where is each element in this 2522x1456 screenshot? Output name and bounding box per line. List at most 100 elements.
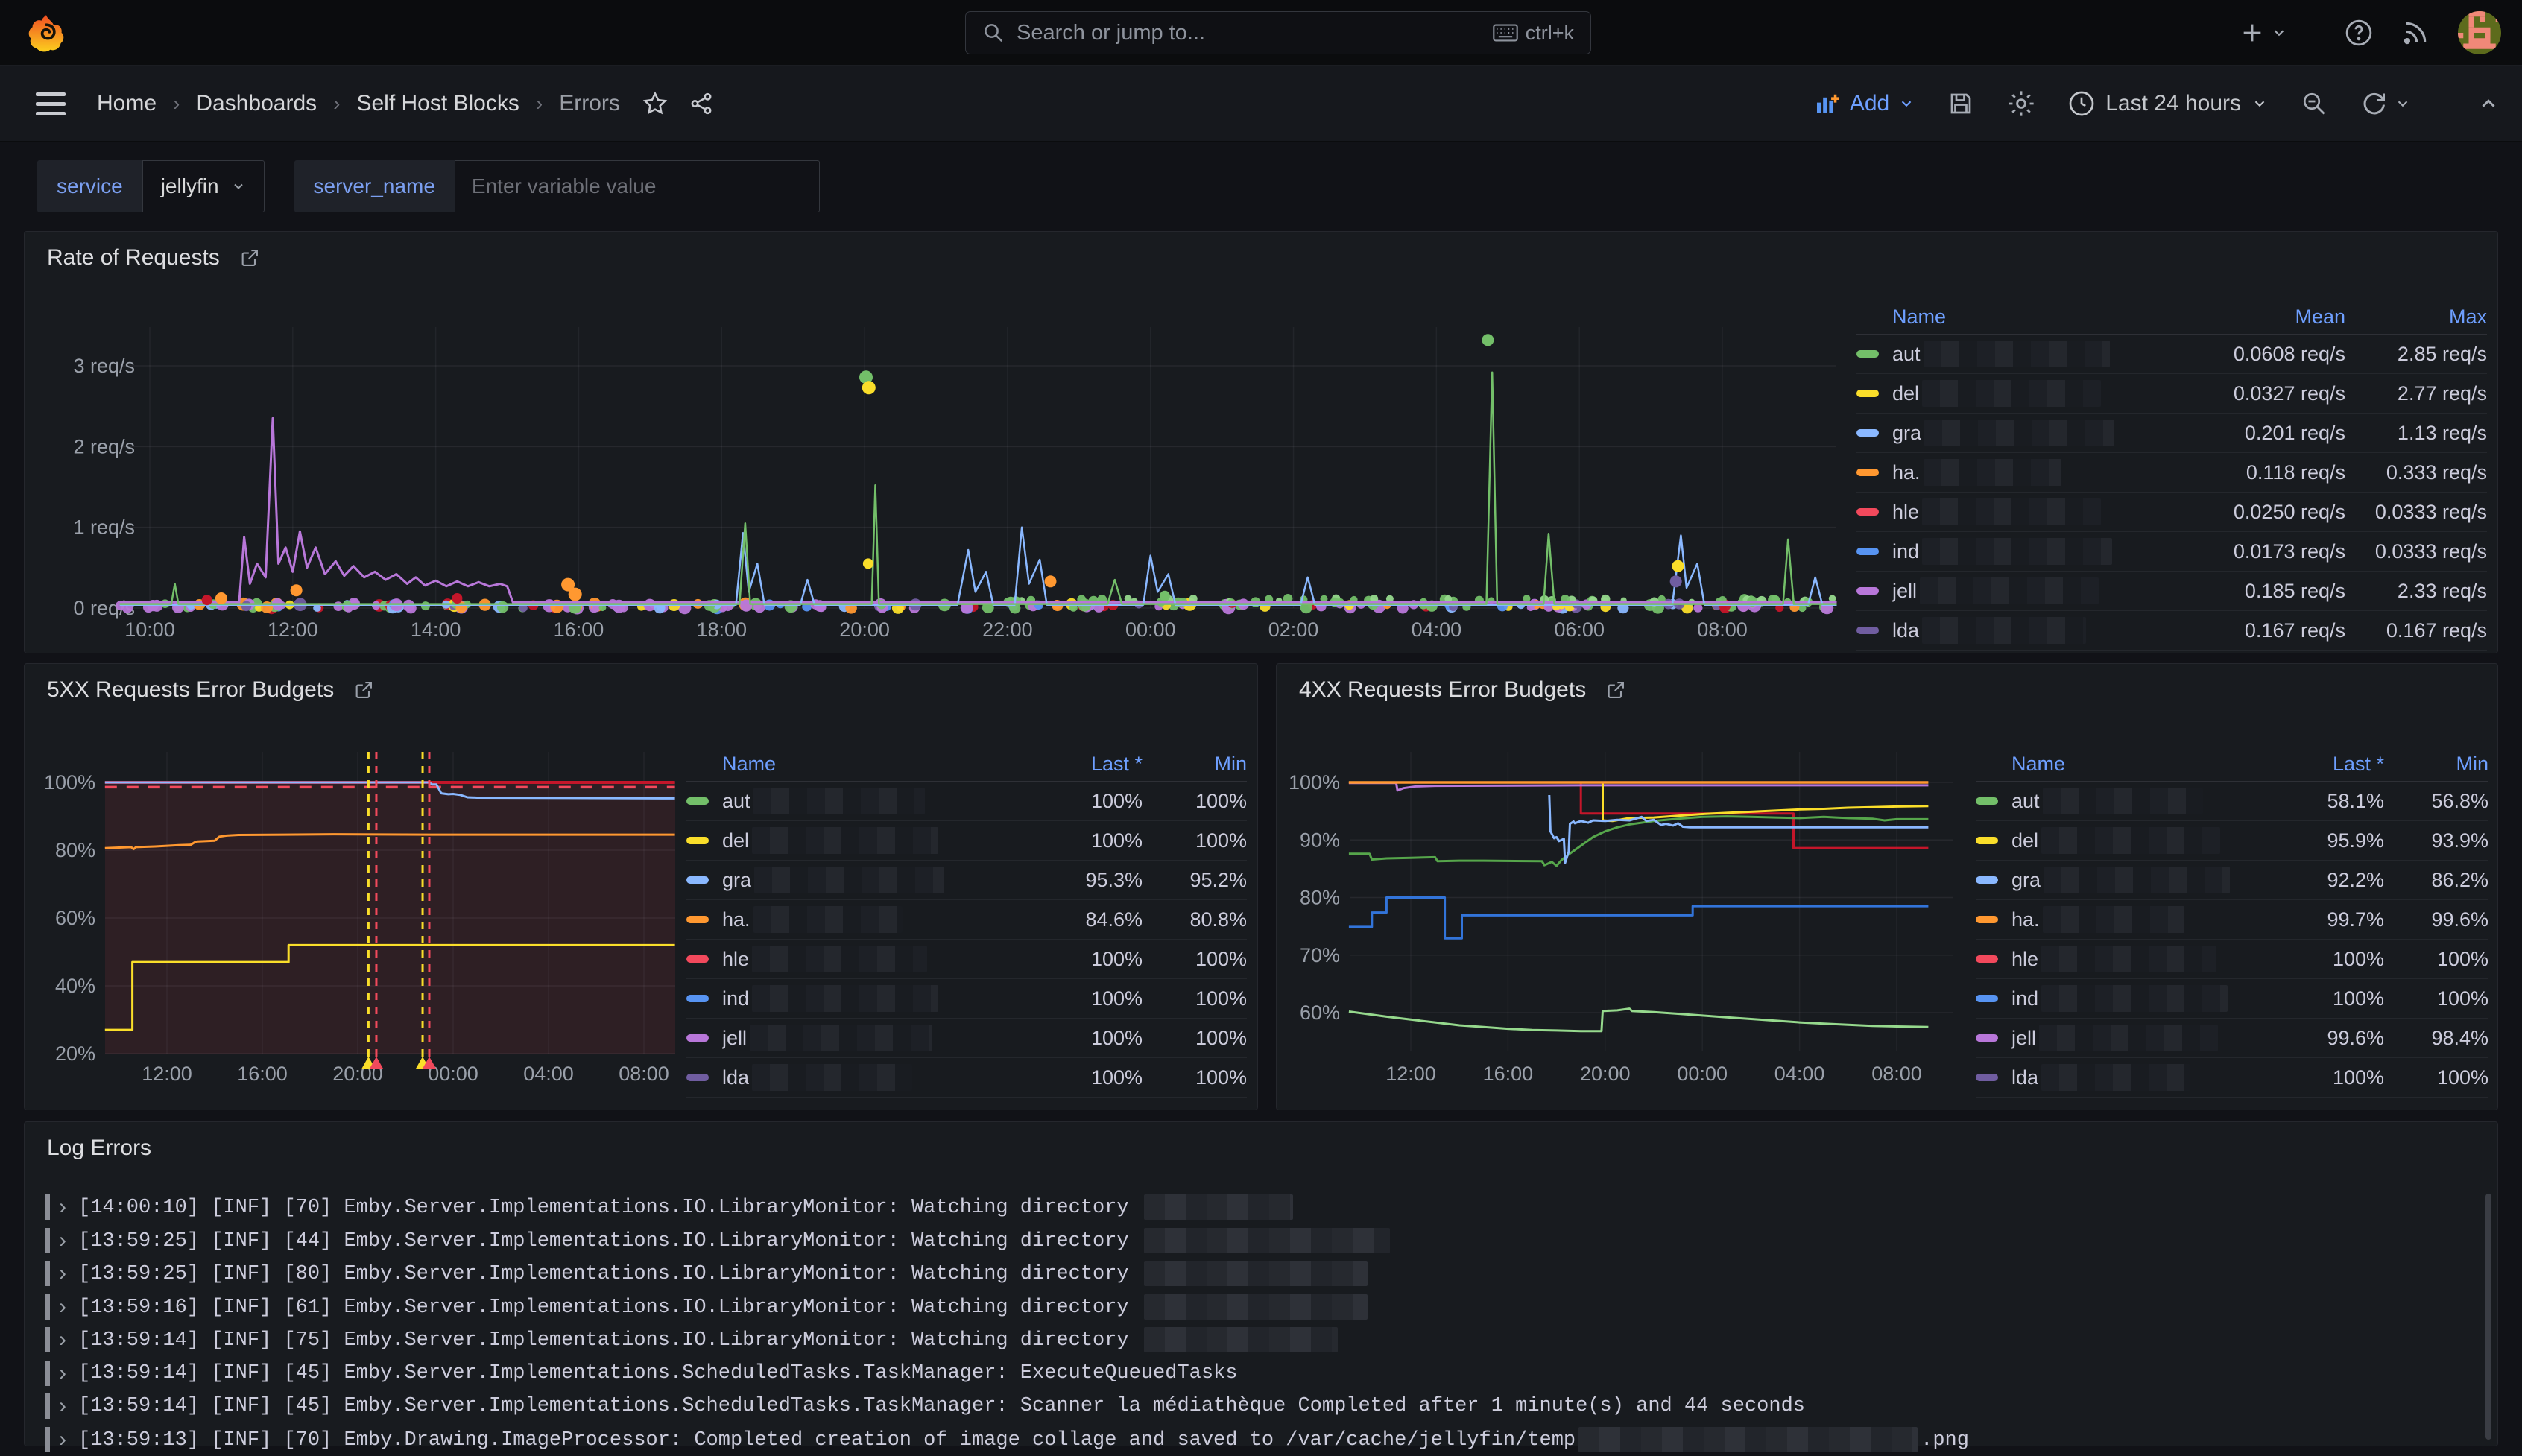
save-dashboard-button[interactable]: [1947, 90, 1974, 117]
collapse-toolbar-button[interactable]: [2477, 92, 2500, 115]
redacted-text: [1144, 1294, 1368, 1320]
svg-text:06:00: 06:00: [1554, 618, 1605, 641]
log-line[interactable]: ›[13:59:14] [INF] [45] Emby.Server.Imple…: [45, 1390, 2465, 1423]
log-line[interactable]: ›[14:00:10] [INF] [70] Emby.Server.Imple…: [45, 1191, 2465, 1224]
breadcrumb-dashboards[interactable]: Dashboards: [196, 91, 317, 116]
log-line[interactable]: ›[13:59:14] [INF] [75] Emby.Server.Imple…: [45, 1323, 2465, 1357]
redacted-name: [750, 1025, 932, 1051]
svg-text:18:00: 18:00: [696, 618, 747, 641]
clock-icon: [2068, 90, 2095, 117]
legend-row[interactable]: ha.99.7%99.6%: [1976, 900, 2488, 940]
err5xx-legend-table: NameLast *Minaut100%100%del100%100%gra95…: [686, 747, 1247, 1098]
legend-row[interactable]: lda0.167 req/s0.167 req/s: [1856, 611, 2487, 651]
expand-chevron-icon: ›: [59, 1228, 66, 1253]
svg-text:16:00: 16:00: [1483, 1063, 1534, 1085]
legend-row[interactable]: aut100%100%: [686, 782, 1247, 821]
legend-row[interactable]: jell99.6%98.4%: [1976, 1019, 2488, 1058]
redacted-name: [2043, 906, 2184, 933]
legend-header: NameLast *Min: [1976, 747, 2488, 782]
legend-row[interactable]: jell100%100%: [686, 1019, 1247, 1058]
zoom-out-button[interactable]: [2301, 90, 2327, 117]
shortcut-hint: ctrl+k: [1493, 22, 1574, 45]
chevron-down-icon: [2395, 95, 2411, 112]
legend-row[interactable]: ind0.0173 req/s0.0333 req/s: [1856, 532, 2487, 572]
legend-row[interactable]: lda100%100%: [686, 1058, 1247, 1098]
logs-scrollbar[interactable]: [2485, 1194, 2491, 1440]
time-range-picker[interactable]: Last 24 hours: [2068, 90, 2268, 117]
svg-text:90%: 90%: [1300, 829, 1340, 851]
news-button[interactable]: [2401, 19, 2430, 47]
legend-row[interactable]: hle0.0250 req/s0.0333 req/s: [1856, 493, 2487, 532]
variable-service-label: service: [37, 160, 142, 212]
keyboard-icon: [1493, 23, 1518, 42]
favorite-button[interactable]: [642, 91, 668, 116]
redacted-name: [2041, 1064, 2190, 1091]
redacted-name: [752, 985, 938, 1012]
redacted-name: [2043, 788, 2203, 814]
svg-text:70%: 70%: [1300, 944, 1340, 966]
legend-row[interactable]: jell0.185 req/s2.33 req/s: [1856, 572, 2487, 611]
legend-row[interactable]: gra92.2%86.2%: [1976, 861, 2488, 900]
log-line[interactable]: ›[13:59:14] [INF] [45] Emby.Server.Imple…: [45, 1357, 2465, 1390]
log-line[interactable]: ›[13:59:25] [INF] [44] Emby.Server.Imple…: [45, 1224, 2465, 1258]
svg-text:08:00: 08:00: [619, 1063, 669, 1085]
refresh-button[interactable]: [2360, 90, 2411, 117]
search-input[interactable]: Search or jump to... ctrl+k: [965, 11, 1591, 54]
log-line[interactable]: ›[13:59:13] [INF] [70] Emby.Drawing.Imag…: [45, 1423, 2465, 1456]
share-button[interactable]: [689, 91, 714, 116]
variables-row: service jellyfin server_name: [37, 160, 820, 212]
save-icon: [1947, 90, 1974, 117]
expand-chevron-icon: ›: [59, 1194, 66, 1220]
legend-row[interactable]: ha.84.6%80.8%: [686, 900, 1247, 940]
legend-row[interactable]: gra0.201 req/s1.13 req/s: [1856, 414, 2487, 453]
legend-row[interactable]: gra95.3%95.2%: [686, 861, 1247, 900]
redacted-text: [1144, 1228, 1390, 1253]
new-button[interactable]: [2240, 20, 2287, 45]
svg-text:04:00: 04:00: [1774, 1063, 1825, 1085]
legend-row[interactable]: ind100%100%: [686, 979, 1247, 1019]
redacted-name: [1924, 459, 2061, 486]
add-panel-button[interactable]: Add: [1815, 91, 1915, 116]
svg-text:14:00: 14:00: [411, 618, 461, 641]
variable-server-name-input[interactable]: [455, 160, 820, 212]
dashboard-toolbar: Home › Dashboards › Self Host Blocks › E…: [0, 66, 2522, 142]
expand-chevron-icon: ›: [59, 1327, 66, 1352]
breadcrumb-folder[interactable]: Self Host Blocks: [356, 91, 519, 116]
legend-row[interactable]: aut58.1%56.8%: [1976, 782, 2488, 821]
help-button[interactable]: [2345, 19, 2373, 47]
menu-toggle-button[interactable]: [36, 89, 66, 118]
grafana-logo[interactable]: [27, 12, 66, 54]
log-level-bar: [45, 1361, 50, 1386]
legend-row[interactable]: lda100%100%: [1976, 1058, 2488, 1098]
breadcrumb-home[interactable]: Home: [97, 91, 157, 116]
legend-row[interactable]: del100%100%: [686, 821, 1247, 861]
redacted-text: [1578, 1427, 1918, 1452]
svg-text:40%: 40%: [55, 975, 95, 997]
svg-text:04:00: 04:00: [523, 1063, 574, 1085]
avatar[interactable]: [2458, 11, 2501, 54]
panel-rate-of-requests: Rate of Requests 0 req/s1 req/s2 req/s3 …: [24, 231, 2498, 653]
svg-text:12:00: 12:00: [1385, 1063, 1436, 1085]
chevron-down-icon: [231, 179, 246, 194]
legend-row[interactable]: hle100%100%: [1976, 940, 2488, 979]
svg-text:12:00: 12:00: [142, 1063, 192, 1085]
log-line[interactable]: ›[13:59:25] [INF] [80] Emby.Server.Imple…: [45, 1257, 2465, 1291]
legend-row[interactable]: ind100%100%: [1976, 979, 2488, 1019]
variable-service-select[interactable]: jellyfin: [142, 160, 265, 212]
log-line[interactable]: ›[13:59:16] [INF] [61] Emby.Server.Imple…: [45, 1291, 2465, 1324]
legend-row[interactable]: ha.0.118 req/s0.333 req/s: [1856, 453, 2487, 493]
legend-row[interactable]: del95.9%93.9%: [1976, 821, 2488, 861]
log-level-bar: [45, 1261, 50, 1286]
dashboard-settings-button[interactable]: [2007, 89, 2035, 118]
panel-title-logs[interactable]: Log Errors: [47, 1136, 151, 1161]
legend-row[interactable]: del0.0327 req/s2.77 req/s: [1856, 374, 2487, 414]
log-level-bar: [45, 1393, 50, 1419]
svg-text:60%: 60%: [1300, 1001, 1340, 1024]
redacted-name: [2039, 1025, 2218, 1051]
legend-row[interactable]: hle100%100%: [686, 940, 1247, 979]
chevron-down-icon: [2271, 25, 2287, 41]
chevron-down-icon: [1898, 95, 1915, 112]
legend-row[interactable]: aut0.0608 req/s2.85 req/s: [1856, 335, 2487, 374]
redacted-name: [753, 906, 903, 933]
svg-text:08:00: 08:00: [1871, 1063, 1922, 1085]
